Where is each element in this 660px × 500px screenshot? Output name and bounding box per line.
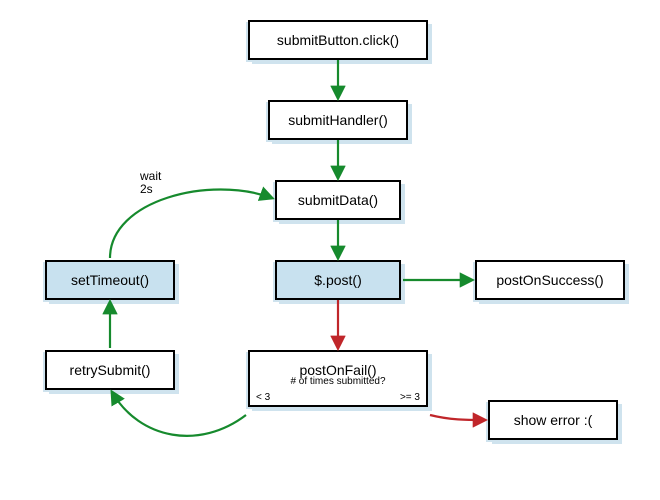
flowchart-diagram: submitButton.click() submitHandler() sub… (0, 0, 660, 500)
node-show-error: show error :( (488, 400, 618, 440)
node-label: submitHandler() (270, 102, 406, 138)
node-sublabel: # of times submitted? (250, 376, 426, 391)
node-post-on-success: postOnSuccess() (475, 260, 625, 300)
node-post: $.post() (275, 260, 401, 300)
node-submit-handler: submitHandler() (268, 100, 408, 140)
branch-right-label: >= 3 (400, 392, 420, 403)
node-label: $.post() (277, 262, 399, 298)
node-label: submitData() (277, 182, 399, 218)
node-set-timeout: setTimeout() (45, 260, 175, 300)
node-label: submitButton.click() (250, 22, 426, 58)
node-retry-submit: retrySubmit() (45, 350, 175, 390)
node-label: postOnSuccess() (477, 262, 623, 298)
edge-label-wait2s: wait 2s (140, 170, 161, 196)
node-submit-data: submitData() (275, 180, 401, 220)
node-submit-button-click: submitButton.click() (248, 20, 428, 60)
node-label: retrySubmit() (47, 352, 173, 388)
edge-timeout-to-data (110, 190, 272, 258)
node-label: show error :( (490, 402, 616, 438)
node-label: setTimeout() (47, 262, 173, 298)
branch-left-label: < 3 (256, 392, 270, 403)
edge-fail-to-error (430, 415, 485, 420)
node-post-on-fail: postOnFail() # of times submitted? < 3 >… (248, 350, 428, 407)
edge-fail-to-retry (112, 392, 246, 436)
